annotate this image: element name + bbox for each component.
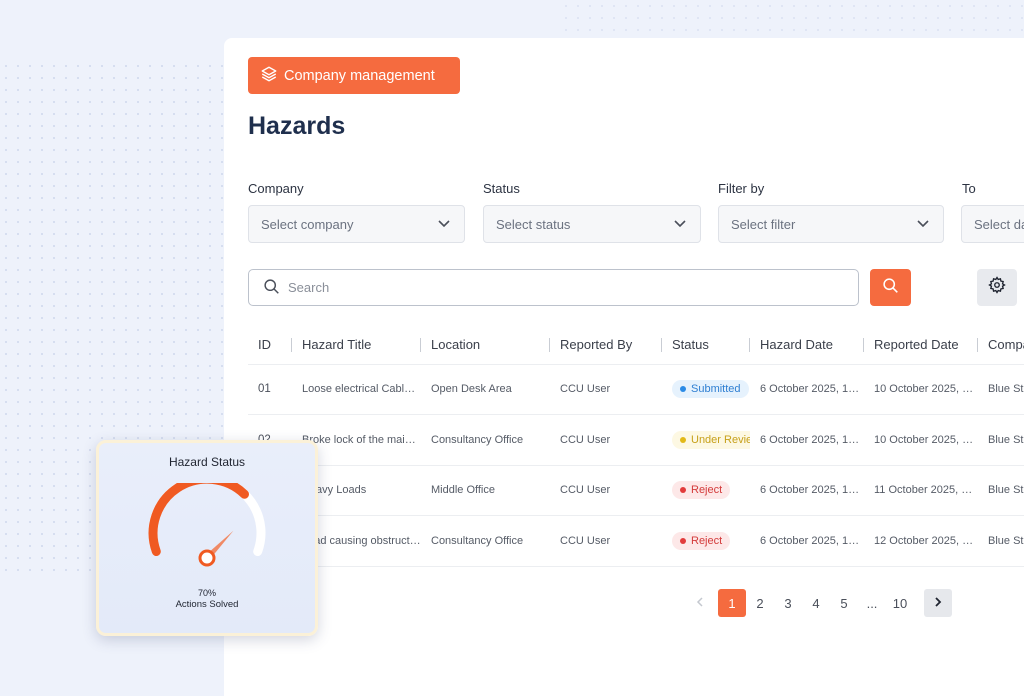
column-header-reported-by[interactable]: Reported By bbox=[550, 326, 662, 364]
cell-company: Blue Stone bbox=[978, 363, 1024, 415]
cell-id: 01 bbox=[248, 363, 292, 415]
status-badge: Reject bbox=[672, 531, 731, 550]
cell-reported-date: 11 October 2025, 09:00 bbox=[864, 464, 978, 516]
status-badge: Submitted bbox=[672, 380, 749, 399]
page-button-4[interactable]: 4 bbox=[802, 589, 830, 617]
table-row[interactable]: 03 Heavy Loads Middle Office CCU User Re… bbox=[248, 464, 1024, 516]
filter-by-label: Filter by bbox=[718, 181, 765, 196]
cell-status: Under Review bbox=[662, 414, 750, 465]
cell-status: Reject bbox=[662, 515, 750, 567]
cell-status: Reject bbox=[662, 464, 750, 516]
cell-company: Blue Stone bbox=[978, 515, 1024, 567]
cell-location: Consultancy Office bbox=[421, 515, 550, 567]
cell-location: Open Desk Area bbox=[421, 363, 550, 415]
page-button-3[interactable]: 3 bbox=[774, 589, 802, 617]
cell-status: Submitted bbox=[662, 363, 750, 415]
cell-reported-date: 10 October 2025, 09:00 bbox=[864, 414, 978, 465]
cell-reported-by: CCU User bbox=[550, 363, 662, 415]
cell-reported-date: 10 October 2025, 09:00 bbox=[864, 363, 978, 415]
chevron-right-icon bbox=[932, 596, 944, 611]
filter-by-select[interactable]: Select filter bbox=[718, 205, 944, 243]
page-button-10[interactable]: 10 bbox=[886, 589, 914, 617]
status-badge: Under Review bbox=[672, 430, 750, 449]
company-management-button[interactable]: Company management bbox=[248, 57, 460, 94]
cell-hazard-date: 6 October 2025, 10:00 bbox=[750, 464, 864, 516]
company-filter-label: Company bbox=[248, 181, 304, 196]
search-button[interactable] bbox=[870, 269, 911, 306]
status-select-placeholder: Select status bbox=[496, 216, 571, 232]
column-header-hazard-title[interactable]: Hazard Title bbox=[292, 326, 421, 364]
chevron-down-icon bbox=[436, 215, 452, 234]
company-select-placeholder: Select company bbox=[261, 216, 354, 232]
cell-reported-date: 12 October 2025, 09:00 bbox=[864, 515, 978, 567]
hazard-status-card: Hazard Status 70% Actions Solved bbox=[96, 440, 318, 636]
gauge-fill bbox=[148, 483, 249, 556]
settings-button[interactable] bbox=[977, 269, 1017, 306]
cell-company: Blue Stone bbox=[978, 414, 1024, 465]
previous-page-button[interactable] bbox=[686, 589, 714, 617]
chevron-down-icon bbox=[915, 215, 931, 234]
cell-location: Middle Office bbox=[421, 464, 550, 516]
column-header-id[interactable]: ID bbox=[248, 326, 292, 364]
hazard-status-gauge bbox=[148, 483, 266, 567]
table-row[interactable]: 04 Load causing obstruction Consultancy … bbox=[248, 515, 1024, 567]
page-button-2[interactable]: 2 bbox=[746, 589, 774, 617]
status-badge: Reject bbox=[672, 481, 731, 500]
cell-location: Consultancy Office bbox=[421, 414, 550, 465]
hazard-status-caption: Actions Solved bbox=[175, 599, 239, 610]
filter-by-placeholder: Select filter bbox=[731, 216, 796, 232]
layers-icon bbox=[260, 65, 278, 87]
company-management-label: Company management bbox=[284, 67, 435, 84]
hazards-table: ID Hazard Title Location Reported By Sta… bbox=[248, 326, 1024, 567]
to-date-placeholder: Select date bbox=[974, 216, 1024, 232]
gauge-pivot bbox=[198, 549, 216, 567]
chevron-down-icon bbox=[672, 215, 688, 234]
cell-reported-by: CCU User bbox=[550, 515, 662, 567]
company-select[interactable]: Select company bbox=[248, 205, 465, 243]
search-icon bbox=[882, 277, 899, 299]
page-button-5[interactable]: 5 bbox=[830, 589, 858, 617]
background-dots-top bbox=[560, 0, 1024, 38]
cell-hazard-date: 6 October 2025, 10:00 bbox=[750, 363, 864, 415]
hazard-status-title: Hazard Status bbox=[168, 455, 246, 469]
column-header-company[interactable]: Company bbox=[978, 326, 1024, 364]
pagination: 1 2 3 4 5 ... 10 bbox=[686, 589, 952, 617]
cell-hazard-date: 6 October 2025, 10:00 bbox=[750, 515, 864, 567]
cell-hazard-title: Loose electrical Cable near desk bbox=[292, 363, 421, 415]
page-button-1[interactable]: 1 bbox=[718, 589, 746, 617]
table-header-row: ID Hazard Title Location Reported By Sta… bbox=[248, 326, 1024, 364]
page-title: Hazards bbox=[248, 112, 346, 140]
hazard-status-percent: 70% bbox=[197, 588, 216, 598]
search-input[interactable] bbox=[288, 280, 788, 295]
cell-hazard-date: 6 October 2025, 10:00 bbox=[750, 414, 864, 465]
search-box[interactable] bbox=[248, 269, 859, 306]
cell-company: Blue Stone bbox=[978, 464, 1024, 516]
column-header-reported-date[interactable]: Reported Date bbox=[864, 326, 978, 364]
next-page-button[interactable] bbox=[924, 589, 952, 617]
table-row[interactable]: 01 Loose electrical Cable near desk Open… bbox=[248, 363, 1024, 415]
cell-reported-by: CCU User bbox=[550, 414, 662, 465]
to-date-select[interactable]: Select date bbox=[961, 205, 1024, 243]
column-header-location[interactable]: Location bbox=[421, 326, 550, 364]
column-header-hazard-date[interactable]: Hazard Date bbox=[750, 326, 864, 364]
to-date-label: To bbox=[962, 181, 976, 196]
gear-icon bbox=[988, 276, 1006, 299]
table-row[interactable]: 02 Broke lock of the main entrance Consu… bbox=[248, 414, 1024, 465]
column-header-status[interactable]: Status bbox=[662, 326, 750, 364]
cell-reported-by: CCU User bbox=[550, 464, 662, 516]
status-filter-label: Status bbox=[483, 181, 520, 196]
search-icon bbox=[263, 278, 280, 298]
pagination-ellipsis: ... bbox=[866, 595, 878, 611]
chevron-left-icon bbox=[694, 596, 706, 611]
hazards-panel: Company management Hazards Company Selec… bbox=[224, 38, 1024, 696]
status-select[interactable]: Select status bbox=[483, 205, 701, 243]
